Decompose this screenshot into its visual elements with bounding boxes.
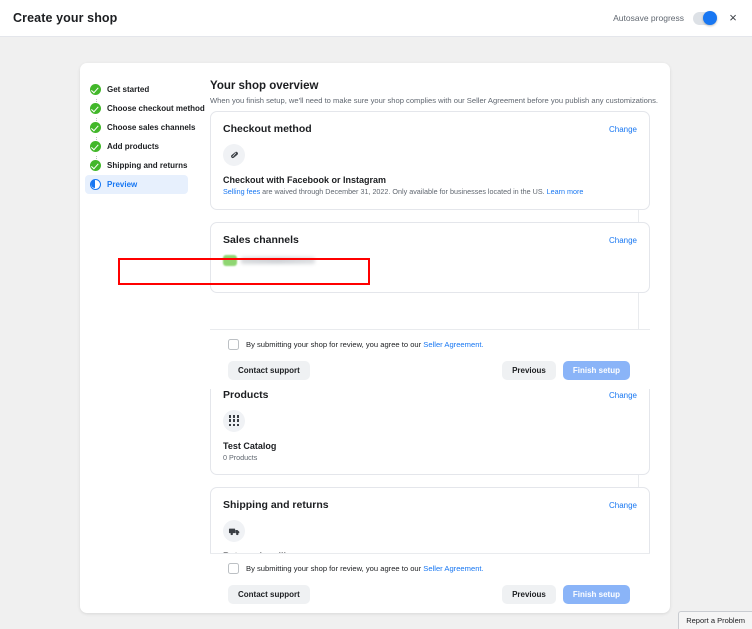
- sidebar-item-add-products[interactable]: Add products: [85, 137, 188, 156]
- seller-agreement-link[interactable]: Seller Agreement.: [423, 340, 483, 349]
- sidebar-item-label: Choose checkout method: [107, 104, 205, 113]
- wizard-button-row: Contact support Previous Finish setup: [228, 361, 630, 380]
- agree-text-prefix: By submitting your shop for review, you …: [246, 340, 423, 349]
- header-actions: Autosave progress ×: [613, 11, 740, 25]
- sticky-submit-bar: By submitting your shop for review, you …: [210, 329, 650, 389]
- autosave-toggle[interactable]: [693, 12, 717, 25]
- section-title: Sales channels: [223, 234, 299, 246]
- sidebar-item-shipping-and-returns[interactable]: Shipping and returns: [85, 156, 188, 175]
- section-title: Checkout method: [223, 123, 312, 135]
- change-sales-channels-link[interactable]: Change: [609, 236, 637, 245]
- section-products: Products Change Test Catalog 0 Products: [210, 377, 650, 476]
- grid-icon: [223, 410, 245, 432]
- section-header: Shipping and returns Change: [223, 499, 637, 511]
- check-circle-icon: [90, 84, 101, 95]
- seller-agreement-checkbox[interactable]: [228, 563, 239, 574]
- check-circle-icon: [90, 160, 101, 171]
- contact-support-button[interactable]: Contact support: [228, 361, 310, 380]
- check-circle-icon: [90, 141, 101, 152]
- tag-icon: [223, 144, 245, 166]
- sidebar-item-preview[interactable]: Preview: [85, 175, 188, 194]
- report-a-problem-button[interactable]: Report a Problem: [678, 611, 752, 629]
- selling-fees-link[interactable]: Selling fees: [223, 187, 260, 196]
- sidebar-item-choose-checkout-method[interactable]: Choose checkout method: [85, 99, 188, 118]
- section-title: Shipping and returns: [223, 499, 329, 511]
- previous-button[interactable]: Previous: [502, 361, 556, 380]
- checkout-method-name: Checkout with Facebook or Instagram: [223, 175, 637, 185]
- catalog-name: Test Catalog: [223, 441, 637, 451]
- sidebar-item-label: Get started: [107, 85, 149, 94]
- contact-support-button[interactable]: Contact support: [228, 585, 310, 604]
- seller-agreement-link[interactable]: Seller Agreement.: [423, 564, 483, 573]
- overview-subtitle: When you finish setup, we'll need to mak…: [210, 96, 670, 106]
- sidebar-item-label: Shipping and returns: [107, 161, 187, 170]
- page-body: Get started Choose checkout method Choos…: [0, 37, 752, 629]
- agree-text-prefix: By submitting your shop for review, you …: [246, 564, 423, 573]
- sales-channel-item: [223, 255, 637, 266]
- section-sales-channels: Sales channels Change: [210, 222, 650, 293]
- sidebar-item-label: Choose sales channels: [107, 123, 195, 132]
- grid-glyph: [229, 415, 240, 426]
- agree-row: By submitting your shop for review, you …: [228, 339, 630, 350]
- sidebar-item-label: Preview: [107, 180, 137, 189]
- sales-channel-avatar: [223, 255, 237, 266]
- change-shipping-link[interactable]: Change: [609, 501, 637, 510]
- sales-channel-name-redacted: [241, 257, 315, 264]
- wizard-button-row: Contact support Previous Finish setup: [228, 585, 630, 604]
- agree-text: By submitting your shop for review, you …: [246, 340, 484, 349]
- check-circle-icon: [90, 103, 101, 114]
- section-header: Products Change: [223, 389, 637, 401]
- checkout-method-description: Selling fees are waived through December…: [223, 187, 637, 197]
- check-circle-icon: [90, 122, 101, 133]
- change-products-link[interactable]: Change: [609, 391, 637, 400]
- section-title: Products: [223, 389, 269, 401]
- wizard-steps-sidebar: Get started Choose checkout method Choos…: [80, 63, 192, 613]
- page-title: Create your shop: [13, 11, 117, 25]
- checkout-desc-text: are waived through December 31, 2022. On…: [260, 187, 546, 196]
- agree-row: By submitting your shop for review, you …: [228, 563, 630, 574]
- sidebar-item-get-started[interactable]: Get started: [85, 80, 188, 99]
- seller-agreement-checkbox[interactable]: [228, 339, 239, 350]
- half-circle-icon: [90, 179, 101, 190]
- sidebar-item-label: Add products: [107, 142, 159, 151]
- learn-more-link[interactable]: Learn more: [547, 187, 584, 196]
- agree-text: By submitting your shop for review, you …: [246, 564, 484, 573]
- sidebar-item-choose-sales-channels[interactable]: Choose sales channels: [85, 118, 188, 137]
- change-checkout-method-link[interactable]: Change: [609, 125, 637, 134]
- finish-setup-button[interactable]: Finish setup: [563, 585, 630, 604]
- section-header: Checkout method Change: [223, 123, 637, 135]
- section-header: Sales channels Change: [223, 234, 637, 246]
- toggle-knob: [703, 11, 717, 25]
- close-icon[interactable]: ×: [726, 11, 740, 25]
- truck-icon: [223, 520, 245, 542]
- overview-title: Your shop overview: [210, 80, 670, 92]
- section-checkout-method: Checkout method Change Checkout with Fac…: [210, 111, 650, 210]
- setup-wizard-card: Get started Choose checkout method Choos…: [80, 63, 670, 613]
- autosave-label: Autosave progress: [613, 13, 684, 23]
- catalog-product-count: 0 Products: [223, 453, 637, 463]
- overview-scroll-area[interactable]: Checkout method Change Checkout with Fac…: [210, 111, 650, 613]
- bottom-submit-bar: By submitting your shop for review, you …: [210, 553, 650, 613]
- app-header: Create your shop Autosave progress ×: [0, 0, 752, 37]
- previous-button[interactable]: Previous: [502, 585, 556, 604]
- finish-setup-button[interactable]: Finish setup: [563, 361, 630, 380]
- wizard-content: Your shop overview When you finish setup…: [192, 63, 670, 613]
